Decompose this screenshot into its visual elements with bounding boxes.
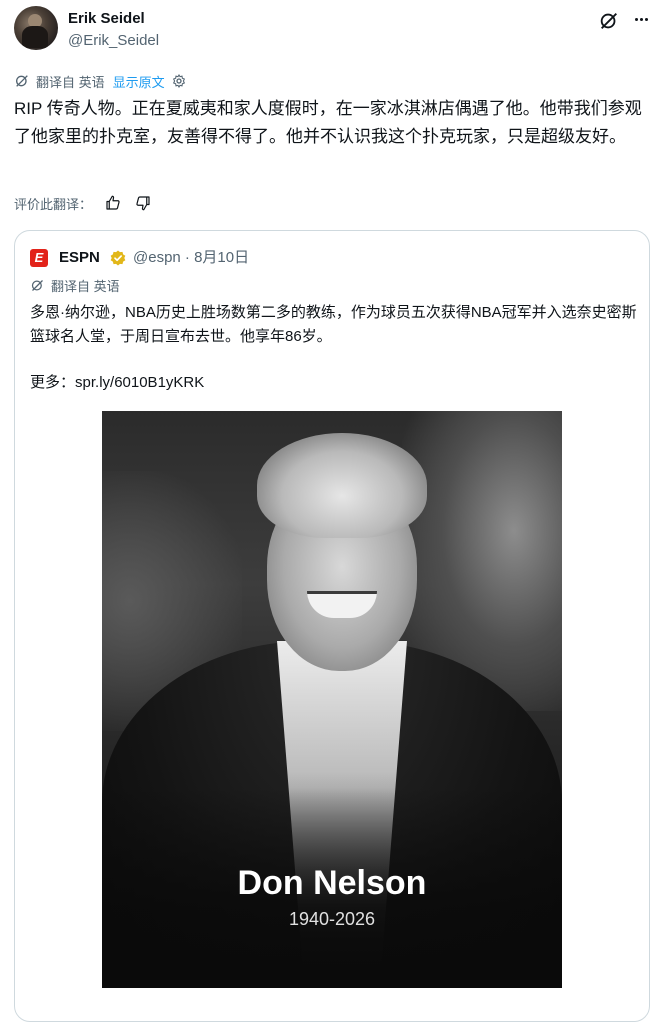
verified-badge-icon xyxy=(110,250,126,266)
gear-icon[interactable] xyxy=(171,73,187,89)
quote-image[interactable]: Don Nelson 1940-2026 xyxy=(102,411,562,988)
quote-translation-bar: 翻译自 英语 xyxy=(30,276,120,294)
translate-icon xyxy=(31,279,43,291)
translation-bar: 翻译自 英语 显示原文 xyxy=(14,71,187,91)
image-caption-name: Don Nelson xyxy=(237,864,427,902)
translate-icon xyxy=(16,75,28,87)
quote-author-name[interactable]: ESPN xyxy=(59,248,100,268)
quoted-tweet-card[interactable]: E ESPN @espn · 8月10日 翻译自 英语 多恩·纳尔逊，NBA历史… xyxy=(14,230,650,1022)
grok-icon[interactable] xyxy=(596,8,622,34)
photo-hair xyxy=(257,433,427,538)
show-original-link[interactable]: 显示原文 xyxy=(113,72,165,91)
quote-link[interactable]: spr.ly/6010B1yKRK xyxy=(75,374,204,391)
more-dot-icon xyxy=(639,17,643,21)
rate-translation-label: 评价此翻译： xyxy=(14,196,93,212)
author-display-name[interactable]: Erik Seidel xyxy=(68,9,145,29)
more-options-button[interactable] xyxy=(628,6,654,32)
quote-meta: @espn · 8月10日 xyxy=(133,249,250,266)
quote-translation-label: 翻译自 英语 xyxy=(51,278,120,294)
quote-more: 更多：spr.ly/6010B1yKRK xyxy=(30,371,204,395)
more-dot-icon xyxy=(634,17,638,21)
espn-logo: E xyxy=(30,249,48,267)
translation-label: 翻译自 英语 xyxy=(36,74,105,90)
thumbs-up-icon[interactable] xyxy=(104,194,122,212)
quote-more-label: 更多： xyxy=(30,374,76,391)
more-dot-icon xyxy=(644,17,648,21)
image-caption-years: 1940-2026 xyxy=(288,909,376,929)
author-avatar[interactable] xyxy=(14,6,58,50)
thumbs-down-icon[interactable] xyxy=(134,194,152,212)
author-handle[interactable]: @Erik_Seidel xyxy=(68,31,159,51)
avatar-figure-body xyxy=(22,26,48,48)
tweet-text: RIP 传奇人物。正在夏威夷和家人度假时，在一家冰淇淋店偶遇了他。他带我们参观了… xyxy=(14,99,642,146)
quote-text: 多恩·纳尔逊，NBA历史上胜场数第二多的教练，作为球员五次获得NBA冠军并入选奈… xyxy=(30,304,637,345)
rate-translation-row: 评价此翻译： xyxy=(14,192,152,214)
